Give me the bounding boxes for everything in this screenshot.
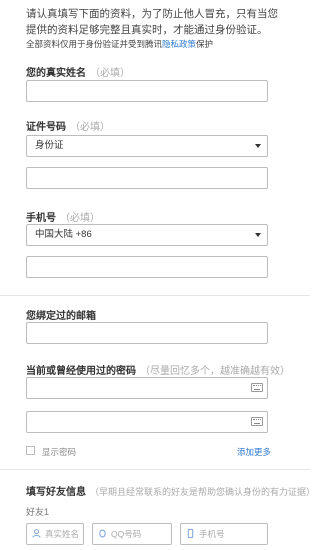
password-input-2[interactable] <box>26 411 268 433</box>
id-type-value: 身份证 <box>35 140 64 151</box>
id-type-select[interactable]: 身份证 <box>26 135 268 157</box>
id-number-input[interactable] <box>26 167 268 189</box>
caret-down-icon <box>255 233 261 237</box>
required-hint: （必填） <box>70 122 110 133</box>
caret-down-icon <box>255 144 261 148</box>
real-name-input[interactable] <box>26 80 268 102</box>
real-name-label: 您的真实姓名 （必填） <box>26 68 130 79</box>
friend-1-label: 好友1 <box>26 507 50 517</box>
friend-qq-input[interactable]: QQ号码 <box>92 523 172 545</box>
section-divider <box>0 469 310 470</box>
required-hint: （必填） <box>90 68 130 79</box>
keyboard-icon[interactable] <box>251 417 263 426</box>
friends-label: 填写好友信息 （早期且经常联系的好友是帮助您确认身份的有力证据） <box>26 487 316 498</box>
friends-hint: （早期且经常联系的好友是帮助您确认身份的有力证据） <box>90 487 316 497</box>
add-more-link[interactable]: 添加更多 <box>237 446 271 458</box>
phone-number-input[interactable] <box>26 256 268 278</box>
friend-phone-input[interactable]: 手机号 <box>180 523 268 545</box>
phone-label: 手机号 （必填） <box>26 213 100 224</box>
friend-name-input[interactable]: 真实姓名 <box>26 523 84 545</box>
show-password-label[interactable]: 显示密码 <box>42 446 76 458</box>
phone-icon <box>187 529 194 538</box>
id-number-label: 证件号码 （必填） <box>26 122 110 133</box>
qq-penguin-icon <box>99 529 106 538</box>
password-label: 当前或曾经使用过的密码 （尽量回忆多个，越准确越有效） <box>26 366 290 377</box>
intro-text: 请认真填写下面的资料，为了防止他人冒充，只有当您提供的资料足够完整且真实时，才能… <box>26 8 278 36</box>
password-input-1[interactable] <box>26 377 268 399</box>
email-label: 您绑定过的邮箱 <box>26 311 96 322</box>
required-hint: （必填） <box>60 213 100 224</box>
user-icon <box>32 529 41 538</box>
phone-region-select[interactable]: 中国大陆 +86 <box>26 224 268 246</box>
section-divider <box>0 295 310 296</box>
privacy-text-after: 保护 <box>196 39 214 49</box>
password-hint: （尽量回忆多个，越准确越有效） <box>140 366 290 377</box>
privacy-policy-link[interactable]: 隐私政策 <box>162 39 196 49</box>
show-password-checkbox[interactable] <box>26 446 35 455</box>
privacy-text: 全部资料仅用于身份验证并受到腾讯 <box>26 39 163 49</box>
keyboard-icon[interactable] <box>251 383 263 392</box>
phone-region-value: 中国大陆 +86 <box>35 229 92 240</box>
email-input[interactable] <box>26 322 268 344</box>
privacy-note: 全部资料仅用于身份验证并受到腾讯隐私政策保护 <box>26 38 213 50</box>
